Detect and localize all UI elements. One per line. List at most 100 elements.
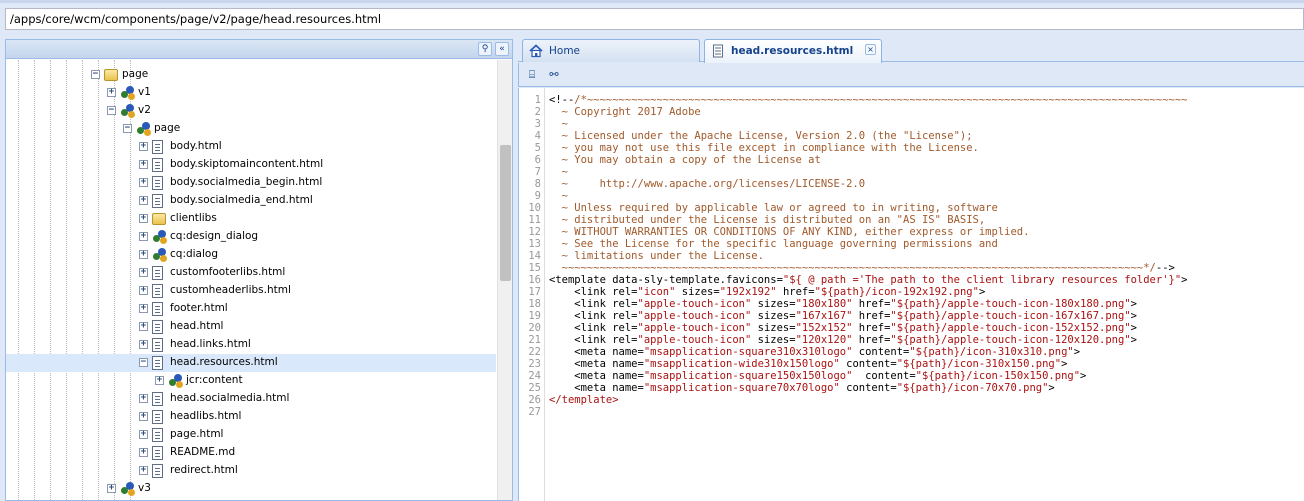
code-token: "${path}/icon-150x150.png" — [915, 370, 1081, 382]
code-token: <template data-sly-template.favicons= — [549, 274, 783, 286]
line-number: 27 — [528, 406, 541, 418]
code-token: ~ you may not use this file except in co… — [549, 142, 979, 154]
expand-icon[interactable]: + — [139, 304, 148, 313]
code-editor[interactable]: 1 2 3 4 5 6 7 8 9 10 11 12 13 14 15 16 17 18 19 20 21 22 23 24 2… — [518, 88, 1304, 501]
tree-node[interactable]: − head.resources.html — [6, 354, 496, 372]
tree-node[interactable]: + cq:design_dialog — [6, 228, 496, 246]
code-line: <link rel="apple-touch-icon" sizes="180x… — [549, 298, 1137, 310]
tree-node[interactable]: + body.html — [6, 138, 496, 156]
tree-scrollbar[interactable] — [497, 60, 512, 500]
expand-icon[interactable]: + — [139, 466, 148, 475]
expand-icon[interactable]: + — [139, 142, 148, 151]
collapse-icon[interactable]: − — [107, 106, 116, 115]
line-number: 12 — [528, 226, 541, 238]
tree-node[interactable]: + body.socialmedia_end.html — [6, 192, 496, 210]
code-token: ~ — [549, 190, 568, 202]
expand-icon[interactable]: + — [139, 250, 148, 259]
expand-icon[interactable]: + — [107, 88, 116, 97]
code-token: sizes= — [751, 334, 796, 346]
line-number: 8 — [534, 178, 541, 190]
tree-node[interactable]: + body.socialmedia_begin.html — [6, 174, 496, 192]
line-number: 11 — [528, 214, 541, 226]
tree-node[interactable]: + cq:dialog — [6, 246, 496, 264]
collapse-icon[interactable]: − — [91, 70, 100, 79]
tree-node[interactable]: − page — [6, 120, 496, 138]
expand-icon[interactable]: + — [139, 322, 148, 331]
tree-header: ⚲ « — [6, 40, 512, 59]
expand-icon[interactable]: + — [139, 178, 148, 187]
expand-icon[interactable]: + — [139, 232, 148, 241]
code-token: "msapplication-square150x150logo" — [643, 370, 853, 382]
expand-icon[interactable]: + — [139, 394, 148, 403]
tree-node-label: headlibs.html — [170, 410, 242, 422]
tab-head-resources-label: head.resources.html — [731, 45, 854, 57]
tab-head-resources[interactable]: head.resources.html × — [704, 39, 882, 63]
tree-node[interactable]: + customfooterlibs.html — [6, 264, 496, 282]
code-token: <!-- — [549, 94, 575, 106]
top-border — [0, 0, 1304, 3]
outline-icon[interactable]: ⌸ — [524, 67, 540, 83]
tree-node[interactable]: + clientlibs — [6, 210, 496, 228]
code-token: ~ limitations under the License. — [549, 250, 764, 262]
collapse-panel-button[interactable]: « — [495, 42, 509, 56]
tree-node[interactable]: − v2 — [6, 102, 496, 120]
code-line: <meta name="msapplication-wide310x150log… — [549, 358, 1067, 370]
line-number: 19 — [528, 310, 541, 322]
tree-node[interactable]: + customheaderlibs.html — [6, 282, 496, 300]
node-icon — [136, 121, 152, 137]
home-icon — [529, 44, 543, 58]
tree-node[interactable]: + head.links.html — [6, 336, 496, 354]
binoculars-icon[interactable]: ⚯ — [546, 67, 562, 83]
code-line: <meta name="msapplication-square150x150l… — [549, 370, 1086, 382]
folder-icon — [152, 213, 166, 225]
tree-node[interactable]: + v1 — [6, 84, 496, 102]
binoculars-icon[interactable]: ⚲ — [478, 42, 492, 56]
line-number: 22 — [528, 346, 541, 358]
expand-icon[interactable]: + — [139, 268, 148, 277]
expand-icon[interactable]: + — [139, 340, 148, 349]
tree-node[interactable]: − page — [6, 66, 496, 84]
expand-icon[interactable]: + — [139, 430, 148, 439]
tree-node-label: v1 — [138, 86, 151, 98]
close-icon[interactable]: × — [865, 44, 876, 55]
expand-icon[interactable]: + — [139, 160, 148, 169]
tree-scrollbar-thumb[interactable] — [500, 145, 511, 281]
code-token: "192x192" — [719, 286, 777, 298]
code-line: <!--/*~~~~~~~~~~~~~~~~~~~~~~~~~~~~~~~~~~… — [549, 94, 1188, 106]
tree-node[interactable]: + head.socialmedia.html — [6, 390, 496, 408]
tree-node-label: cq:dialog — [170, 248, 218, 260]
expand-icon[interactable]: + — [107, 484, 116, 493]
line-number: 21 — [528, 334, 541, 346]
expand-icon[interactable]: + — [139, 286, 148, 295]
editor-toolbar: ⌸ ⚯ — [518, 63, 1304, 87]
tree-node[interactable]: + body.skiptomaincontent.html — [6, 156, 496, 174]
code-line: <link rel="icon" sizes="192x192" href="$… — [549, 286, 985, 298]
tree-node[interactable]: + jcr:content — [6, 372, 496, 390]
expand-icon[interactable]: + — [155, 376, 164, 385]
collapse-icon[interactable]: − — [123, 124, 132, 133]
tree-node[interactable]: + redirect.html — [6, 462, 496, 480]
collapse-icon[interactable]: − — [139, 358, 148, 367]
path-input[interactable] — [5, 8, 1304, 30]
code-token: > — [1048, 382, 1055, 394]
expand-icon[interactable]: + — [139, 412, 148, 421]
tree-node[interactable]: + headlibs.html — [6, 408, 496, 426]
tree-node[interactable]: + footer.html — [6, 300, 496, 318]
code-token: <link rel= — [549, 286, 638, 298]
tree-node[interactable]: + README.md — [6, 444, 496, 462]
code-line: ~ distributed under the License is distr… — [549, 214, 986, 226]
code-token: ~ Unless required by applicable law or a… — [549, 202, 998, 214]
node-bubble — [144, 129, 151, 136]
tree-node[interactable]: + head.html — [6, 318, 496, 336]
file-icon — [152, 284, 163, 298]
code-token: > — [1073, 346, 1081, 358]
file-icon — [152, 320, 163, 334]
expand-icon[interactable]: + — [139, 448, 148, 457]
tree-node[interactable]: + v3 — [6, 480, 496, 498]
line-number: 15 — [528, 262, 541, 274]
expand-icon[interactable]: + — [139, 214, 148, 223]
node-icon — [120, 103, 136, 119]
expand-icon[interactable]: + — [139, 196, 148, 205]
tab-home[interactable]: Home — [522, 39, 700, 62]
tree-node[interactable]: + page.html — [6, 426, 496, 444]
